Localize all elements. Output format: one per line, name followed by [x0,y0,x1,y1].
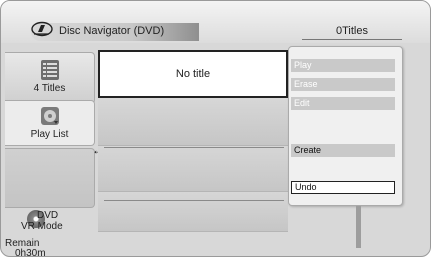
title-row[interactable] [98,192,288,232]
disc-navigator-icon [31,21,53,37]
sidebar-item-label: 4 Titles [33,83,66,94]
disc-navigator-screen: Disc Navigator (DVD) 0Titles 4 Titles Pl… [0,0,431,257]
divider [104,147,284,148]
sidebar-item-titles[interactable]: 4 Titles [5,52,95,104]
remain-time: 0h30m [15,248,46,257]
title-row[interactable] [98,100,288,146]
titles-count: 0Titles [302,25,402,40]
list-icon [40,60,59,80]
scrollbar[interactable] [356,206,361,248]
sidebar: 4 Titles Play List DVD VR Mode Remain 0h… [1,44,97,257]
sidebar-item-playlist[interactable]: Play List [5,100,95,146]
title-list: No title [98,44,288,256]
title-row-selected[interactable]: No title [98,50,288,98]
divider [104,200,284,201]
page-title: Disc Navigator (DVD) [59,25,165,37]
title-row[interactable] [98,146,288,192]
popup-menu: Play Erase Edit Create Undo [288,46,403,206]
menu-item-edit[interactable]: Edit [291,97,395,110]
title-row-label: No title [175,68,211,80]
disc-info: DVD VR Mode Remain 0h30m [5,204,95,257]
disc-type: DVD [37,210,59,221]
sidebar-item-label: Play List [30,129,69,140]
menu-item-play[interactable]: Play [291,59,395,72]
header: Disc Navigator (DVD) 0Titles [1,1,430,43]
recording-mode: VR Mode [21,221,63,232]
menu-item-create[interactable]: Create [291,144,395,157]
sidebar-empty-slot [5,148,95,208]
menu-item-undo[interactable]: Undo [291,181,395,194]
menu-item-erase[interactable]: Erase [291,78,395,91]
playlist-icon [40,107,59,125]
